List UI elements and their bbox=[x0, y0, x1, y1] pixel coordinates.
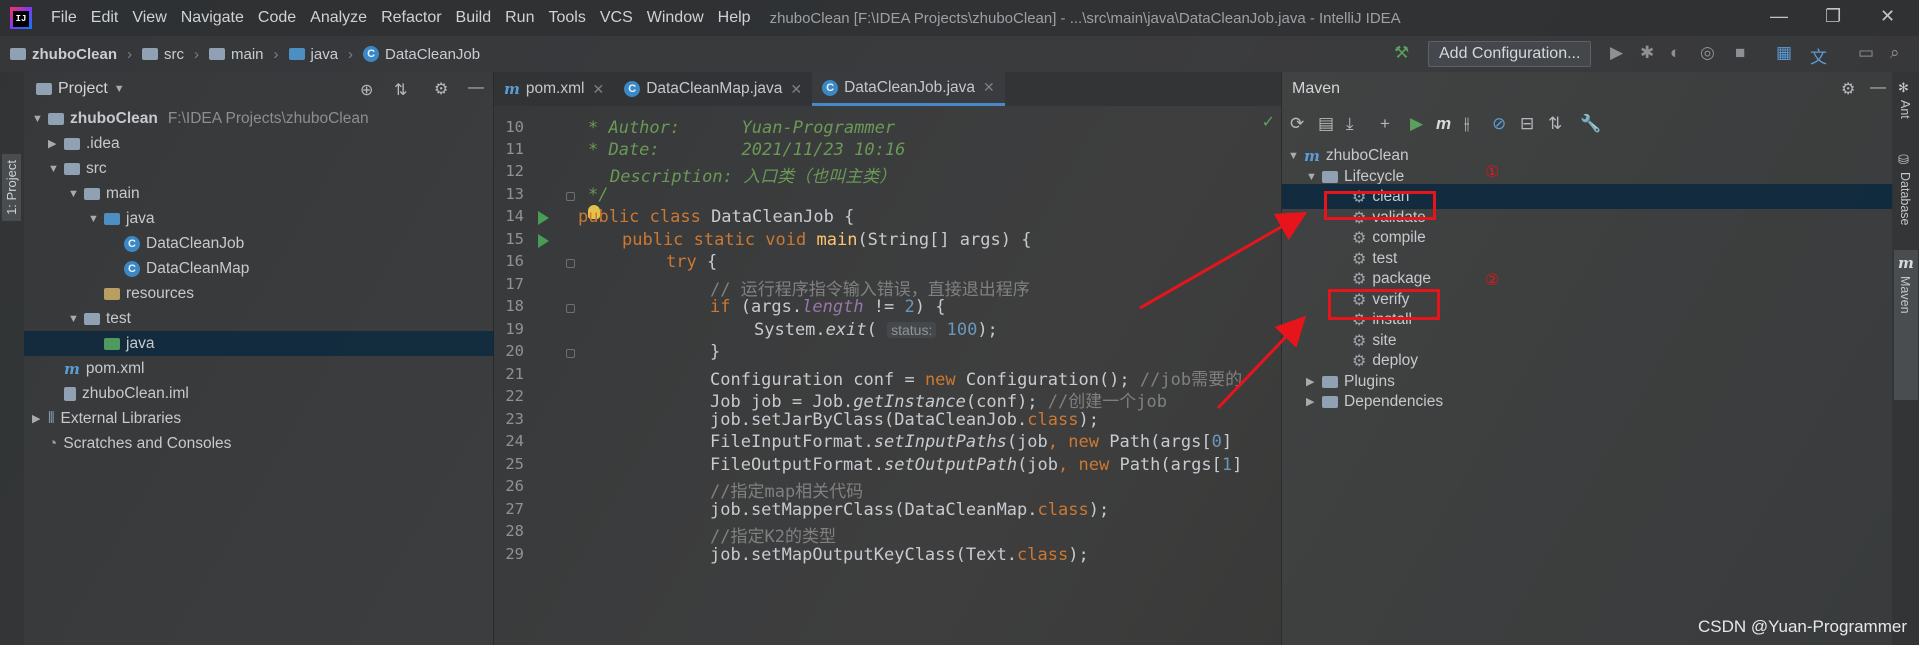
maven-icon: m bbox=[1898, 254, 1914, 272]
ant-tool-tab[interactable]: Ant bbox=[1898, 100, 1912, 119]
annotation-arrows bbox=[1139, 212, 1308, 410]
maven-tool-tab[interactable]: Maven bbox=[1898, 276, 1912, 314]
maven-tab-highlight bbox=[1894, 250, 1918, 400]
database-icon: ⛁ bbox=[1898, 152, 1909, 167]
arrow-to-package bbox=[1216, 315, 1307, 410]
right-tool-strip: ✻ Ant ⛁ Database m Maven bbox=[1892, 72, 1919, 645]
ant-icon: ✻ bbox=[1898, 80, 1909, 95]
watermark: CSDN @Yuan-Programmer bbox=[1697, 617, 1907, 636]
database-tool-tab[interactable]: Database bbox=[1898, 172, 1912, 226]
arrow-to-clean bbox=[1139, 212, 1308, 310]
